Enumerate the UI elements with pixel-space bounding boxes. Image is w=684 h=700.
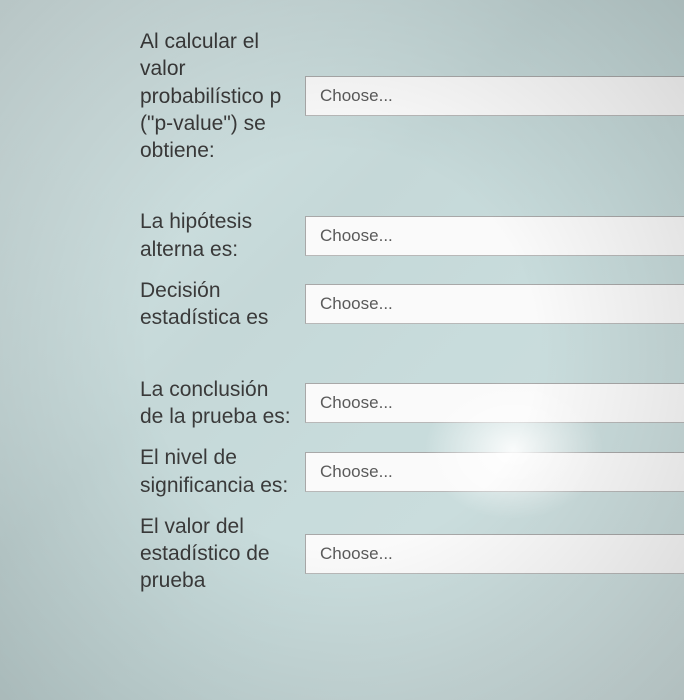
dropdown-placeholder: Choose... [320, 226, 393, 246]
dropdown-placeholder: Choose... [320, 462, 393, 482]
dropdown-pvalue[interactable]: Choose... [305, 76, 684, 116]
question-row-significancia: El nivel de significancia es: Choose... [140, 444, 684, 499]
dropdown-placeholder: Choose... [320, 86, 393, 106]
dropdown-estadistico[interactable]: Choose... [305, 534, 684, 574]
question-label: La conclusión de la prueba es: [140, 376, 305, 431]
dropdown-placeholder: Choose... [320, 294, 393, 314]
question-row-pvalue: Al calcular el valor probabilístico p ("… [140, 28, 684, 164]
question-row-estadistico: El valor del estadístico de prueba Choos… [140, 513, 684, 595]
question-label: El valor del estadístico de prueba [140, 513, 305, 595]
question-label: Decisión estadística es [140, 277, 305, 332]
dropdown-hipotesis[interactable]: Choose... [305, 216, 684, 256]
dropdown-placeholder: Choose... [320, 544, 393, 564]
dropdown-significancia[interactable]: Choose... [305, 452, 684, 492]
question-row-conclusion: La conclusión de la prueba es: Choose... [140, 376, 684, 431]
question-label: La hipótesis alterna es: [140, 208, 305, 263]
question-label: El nivel de significancia es: [140, 444, 305, 499]
question-label: Al calcular el valor probabilístico p ("… [140, 28, 305, 164]
question-row-decision: Decisión estadística es Choose... [140, 277, 684, 332]
dropdown-decision[interactable]: Choose... [305, 284, 684, 324]
dropdown-placeholder: Choose... [320, 393, 393, 413]
question-row-hipotesis: La hipótesis alterna es: Choose... [140, 208, 684, 263]
form-content: Al calcular el valor probabilístico p ("… [0, 0, 684, 595]
dropdown-conclusion[interactable]: Choose... [305, 383, 684, 423]
